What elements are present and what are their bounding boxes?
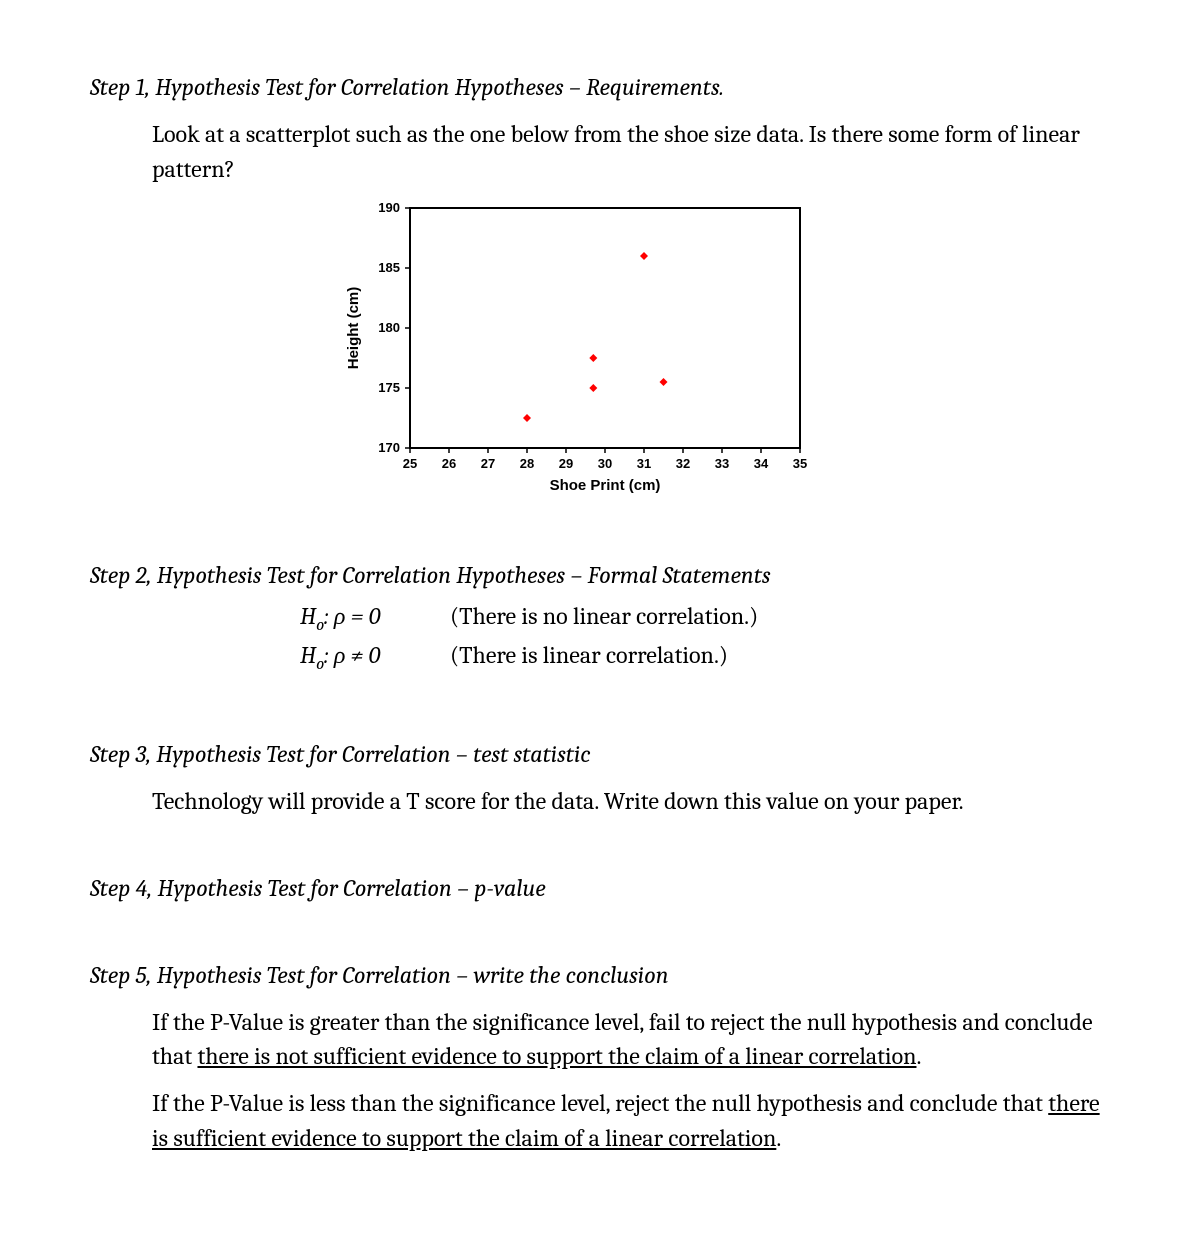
svg-text:32: 32: [676, 456, 690, 471]
alt-hypothesis: Ho: ρ ≠ 0 (There is linear correlation.): [300, 638, 1110, 677]
svg-text:30: 30: [598, 456, 612, 471]
step5-para2-pre: If the P-Value is less than the signific…: [152, 1089, 1048, 1117]
svg-text:34: 34: [754, 456, 769, 471]
svg-text:180: 180: [378, 320, 400, 335]
step5-para2-post: .: [776, 1124, 781, 1152]
h0-desc: (There is no linear correlation.): [450, 599, 758, 634]
step5-para1-underline: there is not sufficient evidence to supp…: [197, 1042, 916, 1070]
step5-para1-post: .: [916, 1042, 921, 1070]
svg-text:25: 25: [403, 456, 417, 471]
h0-label: Ho: ρ = 0: [300, 599, 360, 638]
step4-heading: Step 4, Hypothesis Test for Correlation …: [90, 871, 1110, 906]
svg-text:Height (cm): Height (cm): [345, 287, 362, 370]
svg-text:27: 27: [481, 456, 495, 471]
svg-text:33: 33: [715, 456, 729, 471]
step1-body: Look at a scatterplot such as the one be…: [152, 117, 1110, 187]
step1-heading: Step 1, Hypothesis Test for Correlation …: [90, 70, 1110, 105]
svg-text:35: 35: [793, 456, 807, 471]
step3-body: Technology will provide a T score for th…: [152, 784, 1110, 819]
svg-text:26: 26: [442, 456, 456, 471]
ha-desc: (There is linear correlation.): [450, 638, 728, 673]
svg-text:29: 29: [559, 456, 573, 471]
step3-heading: Step 3, Hypothesis Test for Correlation …: [90, 737, 1110, 772]
scatter-chart: 25 26 27 28 29 30 31 32 33 34 35 170 175 180 185 190 Sho…: [340, 198, 1110, 498]
step2-heading: Step 2, Hypothesis Test for Correlation …: [90, 558, 1110, 593]
svg-text:175: 175: [378, 380, 400, 395]
svg-text:Shoe Print (cm): Shoe Print (cm): [550, 477, 661, 494]
svg-text:185: 185: [378, 260, 400, 275]
page: Step 1, Hypothesis Test for Correlation …: [0, 0, 1200, 1248]
scatter-svg: 25 26 27 28 29 30 31 32 33 34 35 170 175 180 185 190 Sho…: [340, 198, 820, 498]
svg-text:170: 170: [378, 440, 400, 455]
null-hypothesis: Ho: ρ = 0 (There is no linear correlatio…: [300, 599, 1110, 638]
ha-label: Ho: ρ ≠ 0: [300, 638, 360, 677]
step5-para1: If the P-Value is greater than the signi…: [152, 1005, 1110, 1075]
step5-heading: Step 5, Hypothesis Test for Correlation …: [90, 958, 1110, 993]
svg-text:31: 31: [637, 456, 651, 471]
svg-text:190: 190: [378, 200, 400, 215]
svg-text:28: 28: [520, 456, 534, 471]
step5-para2: If the P-Value is less than the signific…: [152, 1086, 1110, 1156]
